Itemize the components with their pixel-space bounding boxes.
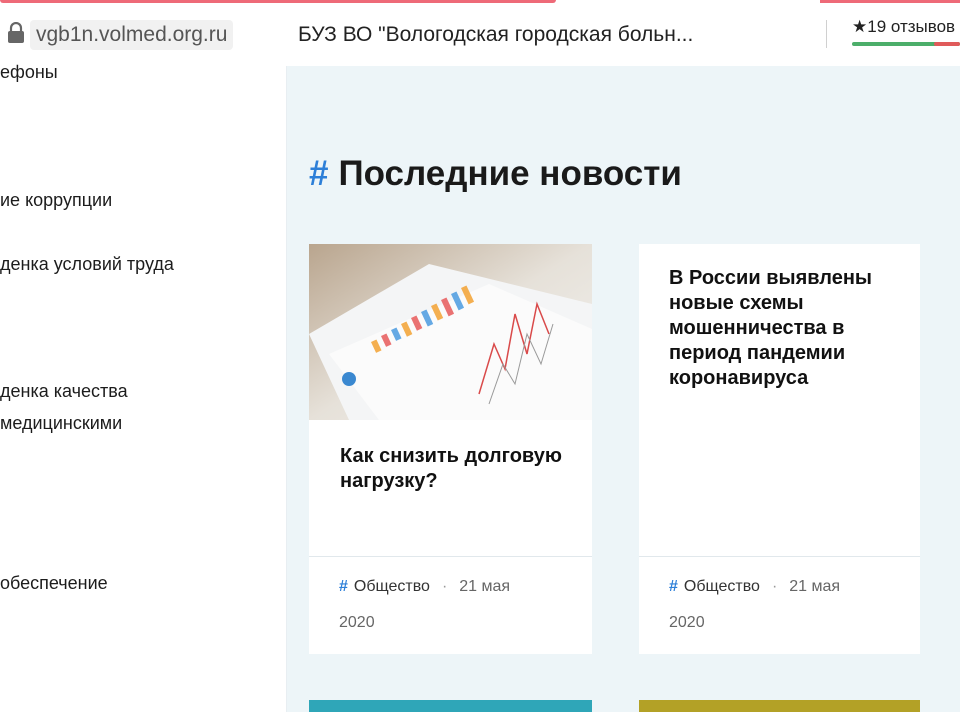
- lock-icon: [8, 22, 24, 43]
- news-date: 21 мая: [459, 578, 511, 595]
- sidebar-item-phones[interactable]: ефоны: [0, 60, 58, 84]
- news-card[interactable]: Как снизить долговую нагрузку? # Общество…: [309, 244, 592, 654]
- news-year: 2020: [339, 614, 375, 631]
- news-card[interactable]: В России выявлены новые схемы мошенничес…: [639, 244, 920, 654]
- news-card-partial[interactable]: [639, 700, 920, 712]
- card-divider: [309, 556, 592, 557]
- browser-toolbar: vgb1n.volmed.org.ru БУЗ ВО "Вологодская …: [0, 0, 960, 67]
- url-bar[interactable]: vgb1n.volmed.org.ru: [30, 20, 234, 50]
- news-title[interactable]: В России выявлены новые схемы мошенничес…: [669, 266, 901, 391]
- news-category[interactable]: Общество: [684, 578, 760, 595]
- site-title[interactable]: БУЗ ВО "Вологодская городская больн...: [298, 20, 693, 50]
- hash-icon: #: [669, 578, 678, 595]
- meta-separator: ·: [441, 578, 448, 595]
- news-meta: # Общество · 21 мая: [339, 576, 510, 598]
- news-thumbnail[interactable]: [309, 244, 592, 420]
- sidebar: ефоны ие коррупции денка условий труда д…: [0, 62, 287, 712]
- hash-icon: #: [339, 578, 348, 595]
- news-meta: # Общество · 21 мая: [669, 576, 840, 598]
- sidebar-item-quality-cont[interactable]: медицинскими: [0, 411, 122, 435]
- news-card-partial[interactable]: [309, 700, 592, 712]
- reviews-rating-bar: [852, 42, 960, 46]
- sidebar-item-quality[interactable]: денка качества: [0, 379, 128, 403]
- sidebar-item-work-conditions[interactable]: денка условий труда: [0, 252, 174, 276]
- loading-indicator-right: [820, 0, 960, 3]
- card-divider: [639, 556, 920, 557]
- page-title: # Последние новости: [309, 152, 682, 196]
- main-content: # Последние новости Как снизить долговую…: [287, 66, 960, 712]
- loading-indicator: [0, 0, 556, 3]
- news-title[interactable]: Как снизить долговую нагрузку?: [340, 444, 570, 494]
- hash-icon: #: [309, 154, 329, 193]
- page-title-text: Последние новости: [338, 154, 682, 193]
- meta-separator: ·: [771, 578, 778, 595]
- sidebar-item-corruption[interactable]: ие коррупции: [0, 188, 112, 212]
- news-category[interactable]: Общество: [354, 578, 430, 595]
- reviews-link[interactable]: ★19 отзывов: [852, 16, 955, 38]
- news-date: 21 мая: [789, 578, 841, 595]
- news-year: 2020: [669, 614, 705, 631]
- sidebar-item-supply[interactable]: обеспечение: [0, 571, 108, 595]
- toolbar-divider: [826, 20, 827, 48]
